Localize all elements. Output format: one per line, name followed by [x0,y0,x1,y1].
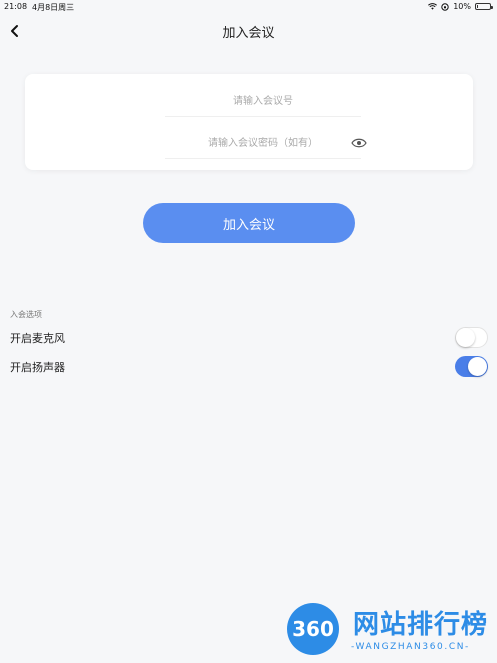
watermark-title: 网站排行榜 [353,610,489,640]
speaker-toggle[interactable] [455,356,488,377]
meeting-id-field [165,86,361,117]
watermark: 360 网站排行榜 -WANGZHAN360.CN- [283,600,493,660]
toggle-knob [456,328,475,347]
password-input[interactable] [165,136,361,150]
toggle-knob [468,357,487,376]
watermark-subtitle: -WANGZHAN360.CN- [351,642,470,652]
battery-percent: 10% [453,2,471,11]
microphone-toggle[interactable] [455,327,488,348]
microphone-label: 开启麦克风 [10,332,65,345]
orientation-lock-icon [441,2,449,11]
join-form-card [25,74,473,170]
nav-bar: 加入会议 [0,14,497,48]
status-bar: 21:08 4月8日周三 10% [0,0,497,14]
status-date: 4月8日周三 [32,3,75,12]
option-row-microphone: 开启麦克风 [0,324,497,352]
battery-icon [475,3,493,10]
status-time: 21:08 [4,2,28,11]
page-title: 加入会议 [222,26,275,41]
option-row-speaker: 开启扬声器 [0,353,497,381]
meeting-id-input[interactable] [165,94,361,108]
options-section-label: 入会选项 [10,310,42,319]
status-right: 10% [428,2,493,11]
speaker-label: 开启扬声器 [10,361,65,374]
password-field [165,128,367,159]
eye-icon[interactable] [351,136,367,150]
join-meeting-button[interactable]: 加入会议 [143,203,355,243]
watermark-logo: 360 [287,603,339,655]
wifi-icon [428,3,438,10]
